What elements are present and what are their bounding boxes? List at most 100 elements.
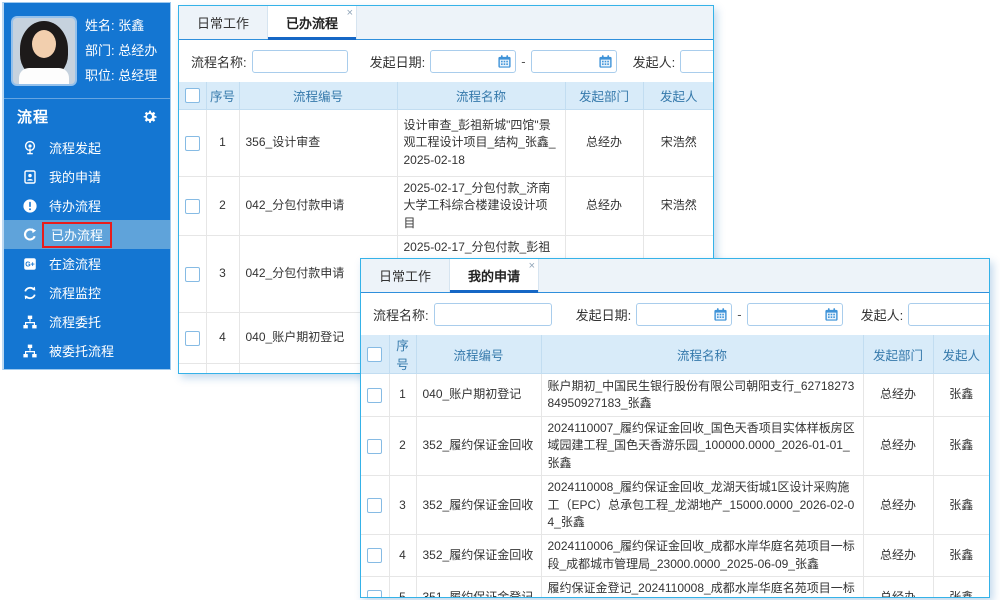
flow-name-cell: 履约保证金登记_2024110008_成都水岸华庭名苑项目一标段_张鑫_2024… (541, 577, 863, 598)
table-row: 2352_履约保证金回收2024110007_履约保证金回收_国色天香项目实体样… (361, 417, 989, 476)
sidebar-item-8[interactable]: 被委托流程 (4, 336, 170, 365)
col-header-seq: 序号 (206, 82, 239, 110)
dept-cell: 总经办 (565, 177, 643, 236)
close-icon[interactable]: × (347, 8, 353, 18)
col-header-flow-code: 流程编号 (416, 335, 541, 374)
gear-icon[interactable] (141, 108, 158, 125)
flow-code-cell: 352_履约保证金回收 (416, 535, 541, 577)
flow-name-cell: 2024110007_履约保证金回收_国色天香项目实体样板房区域园建工程_国色天… (541, 417, 863, 476)
col-header-dept: 发起部门 (863, 335, 933, 374)
date-separator: - (521, 54, 525, 69)
flow-name-input[interactable] (434, 303, 552, 326)
redo-icon (21, 226, 38, 243)
dept-cell: 总经办 (863, 535, 933, 577)
row-checkbox[interactable] (185, 331, 200, 346)
row-checkbox[interactable] (185, 267, 200, 282)
profile-name: 姓名: 张鑫 (85, 13, 157, 38)
sidebar: 姓名: 张鑫 部门: 总经办 职位: 总经理 流程 流程发起我的申请待办流程已办… (2, 2, 171, 370)
col-header-initiator: 发起人 (643, 82, 714, 110)
initiator-label: 发起人: (633, 52, 676, 71)
initiator-cell: 张鑫 (933, 476, 989, 535)
initiator-cell: 张鑫 (933, 417, 989, 476)
back-filterbar: 流程名称: 发起日期: - 发起人: (179, 40, 713, 82)
sidebar-item-label: 待办流程 (49, 196, 101, 215)
seq-cell: 5 (206, 364, 239, 374)
sidebar-item-1[interactable]: 流程发起 (4, 133, 170, 162)
sidebar-item-label: 流程监控 (49, 283, 101, 302)
flow-code-cell: 351_履约保证金登记 (416, 577, 541, 598)
sitemap-icon (21, 313, 38, 330)
seq-cell: 4 (389, 535, 416, 577)
calendar-icon[interactable] (713, 307, 728, 322)
dept-cell: 总经办 (863, 577, 933, 598)
seq-cell: 3 (389, 476, 416, 535)
date-separator: - (737, 307, 741, 322)
row-checkbox[interactable] (367, 388, 382, 403)
row-checkbox[interactable] (185, 199, 200, 214)
avatar (13, 18, 75, 84)
tab-daily-work[interactable]: 日常工作 (361, 259, 449, 292)
initiator-input[interactable] (680, 50, 714, 73)
table-row: 2042_分包付款申请2025-02-17_分包付款_济南大学工科综合楼建设设计… (179, 177, 714, 236)
sidebar-menu: 流程发起我的申请待办流程已办流程 G+ 在途流程流程监控流程委托被委托流程流程检索 (4, 133, 170, 370)
flow-name-cell: 2025-02-17_分包付款_济南大学工科综合楼建设设计项目 (397, 177, 565, 236)
seq-cell: 5 (389, 577, 416, 598)
gplus-icon: G+ (21, 255, 38, 272)
initiator-cell: 张鑫 (933, 535, 989, 577)
sidebar-item-label: 流程发起 (49, 138, 101, 157)
profile-position: 职位: 总经理 (85, 63, 157, 88)
initiator-input[interactable] (908, 303, 990, 326)
sidebar-item-2[interactable]: 我的申请 (4, 162, 170, 191)
tab-done-flows[interactable]: 已办流程 × (267, 6, 357, 39)
calendar-icon[interactable] (497, 54, 512, 69)
calendar-icon[interactable] (824, 307, 839, 322)
dept-cell: 总经办 (863, 374, 933, 417)
flow-code-cell: 352_履约保证金回收 (416, 417, 541, 476)
dept-cell: 总经办 (565, 110, 643, 177)
start-date-label: 发起日期: (576, 305, 632, 324)
col-header-flow-name: 流程名称 (541, 335, 863, 374)
col-header-flow-name: 流程名称 (397, 82, 565, 110)
flow-code-cell: 042_分包付款申请 (239, 177, 397, 236)
row-checkbox[interactable] (367, 498, 382, 513)
tab-my-applications[interactable]: 我的申请 × (449, 259, 539, 292)
flow-code-cell: 040_账户期初登记 (416, 374, 541, 417)
seq-cell: 2 (389, 417, 416, 476)
close-icon[interactable]: × (529, 261, 535, 271)
flow-name-input[interactable] (252, 50, 348, 73)
row-checkbox[interactable] (367, 439, 382, 454)
sidebar-item-4[interactable]: 已办流程 (4, 220, 170, 249)
start-date-label: 发起日期: (370, 52, 426, 71)
flow-name-label: 流程名称: (373, 305, 429, 324)
sidebar-item-5[interactable]: G+ 在途流程 (4, 249, 170, 278)
front-filterbar: 流程名称: 发起日期: - 发起人: 待办人: (361, 293, 989, 335)
select-all-checkbox[interactable] (367, 347, 382, 362)
seq-cell: 2 (206, 177, 239, 236)
row-checkbox[interactable] (185, 136, 200, 151)
col-header-seq: 序号 (389, 335, 416, 374)
front-tabbar: 日常工作 我的申请 × (361, 259, 989, 293)
window-my-applications: 日常工作 我的申请 × 流程名称: 发起日期: - 发起人: 待办人: 序号 流… (360, 258, 990, 598)
seq-cell: 4 (206, 313, 239, 364)
calendar-icon[interactable] (598, 54, 613, 69)
table-row: 3352_履约保证金回收2024110008_履约保证金回收_龙湖天街城1区设计… (361, 476, 989, 535)
sidebar-item-9[interactable]: 流程检索 (4, 365, 170, 370)
initiator-cell: 宋浩然 (643, 177, 714, 236)
sidebar-item-3[interactable]: 待办流程 (4, 191, 170, 220)
row-checkbox[interactable] (367, 548, 382, 563)
table-row: 1356_设计审查设计审查_彭祖新城"四馆"景观工程设计项目_结构_张鑫_202… (179, 110, 714, 177)
flow-name-cell: 设计审查_彭祖新城"四馆"景观工程设计项目_结构_张鑫_2025-02-18 (397, 110, 565, 177)
my-applications-table: 序号 流程编号 流程名称 发起部门 发起人 1040_账户期初登记账户期初_中国… (361, 335, 989, 598)
sidebar-item-7[interactable]: 流程委托 (4, 307, 170, 336)
sidebar-item-label: 在途流程 (49, 254, 101, 273)
col-header-initiator: 发起人 (933, 335, 989, 374)
flow-name-cell: 2024110008_履约保证金回收_龙湖天街城1区设计采购施工（EPC）总承包… (541, 476, 863, 535)
seq-cell: 1 (206, 110, 239, 177)
select-all-checkbox[interactable] (185, 88, 200, 103)
flow-name-cell: 2024110006_履约保证金回收_成都水岸华庭名苑项目一标段_成都城市管理局… (541, 535, 863, 577)
user-profile: 姓名: 张鑫 部门: 总经办 职位: 总经理 (4, 3, 170, 99)
sidebar-item-6[interactable]: 流程监控 (4, 278, 170, 307)
row-checkbox[interactable] (367, 590, 382, 598)
tab-daily-work[interactable]: 日常工作 (179, 6, 267, 39)
sidebar-item-label: 被委托流程 (49, 341, 114, 360)
